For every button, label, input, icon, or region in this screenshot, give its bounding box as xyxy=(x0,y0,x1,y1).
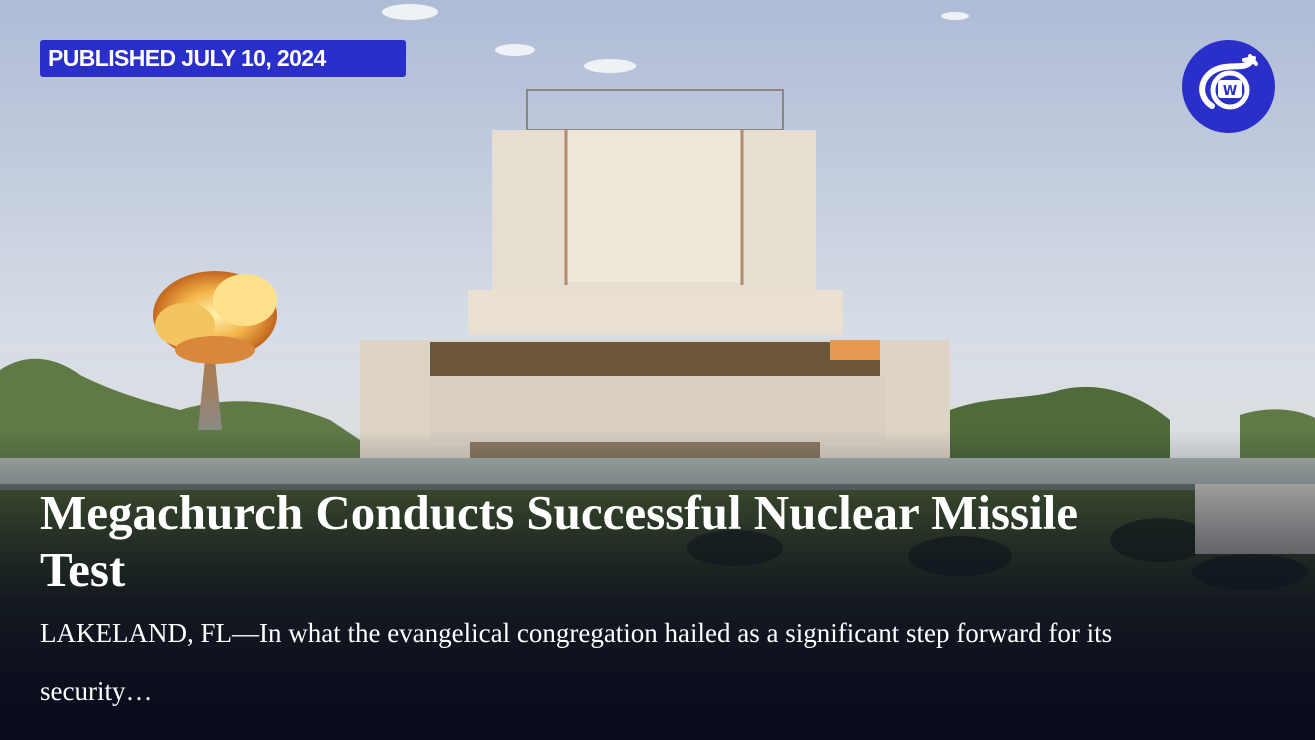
publish-date-badge: PUBLISHED JULY 10, 2024 xyxy=(40,40,406,77)
article-headline[interactable]: Megachurch Conducts Successful Nuclear M… xyxy=(40,484,1160,598)
article-dek: LAKELAND, FL—In what the evangelical con… xyxy=(40,618,1113,706)
publish-date-label: PUBLISHED JULY 10, 2024 xyxy=(48,45,326,71)
onion-logo-icon[interactable]: W xyxy=(1182,40,1275,133)
svg-text:W: W xyxy=(1223,84,1237,99)
onion-logo-graphic: W xyxy=(1199,54,1258,110)
